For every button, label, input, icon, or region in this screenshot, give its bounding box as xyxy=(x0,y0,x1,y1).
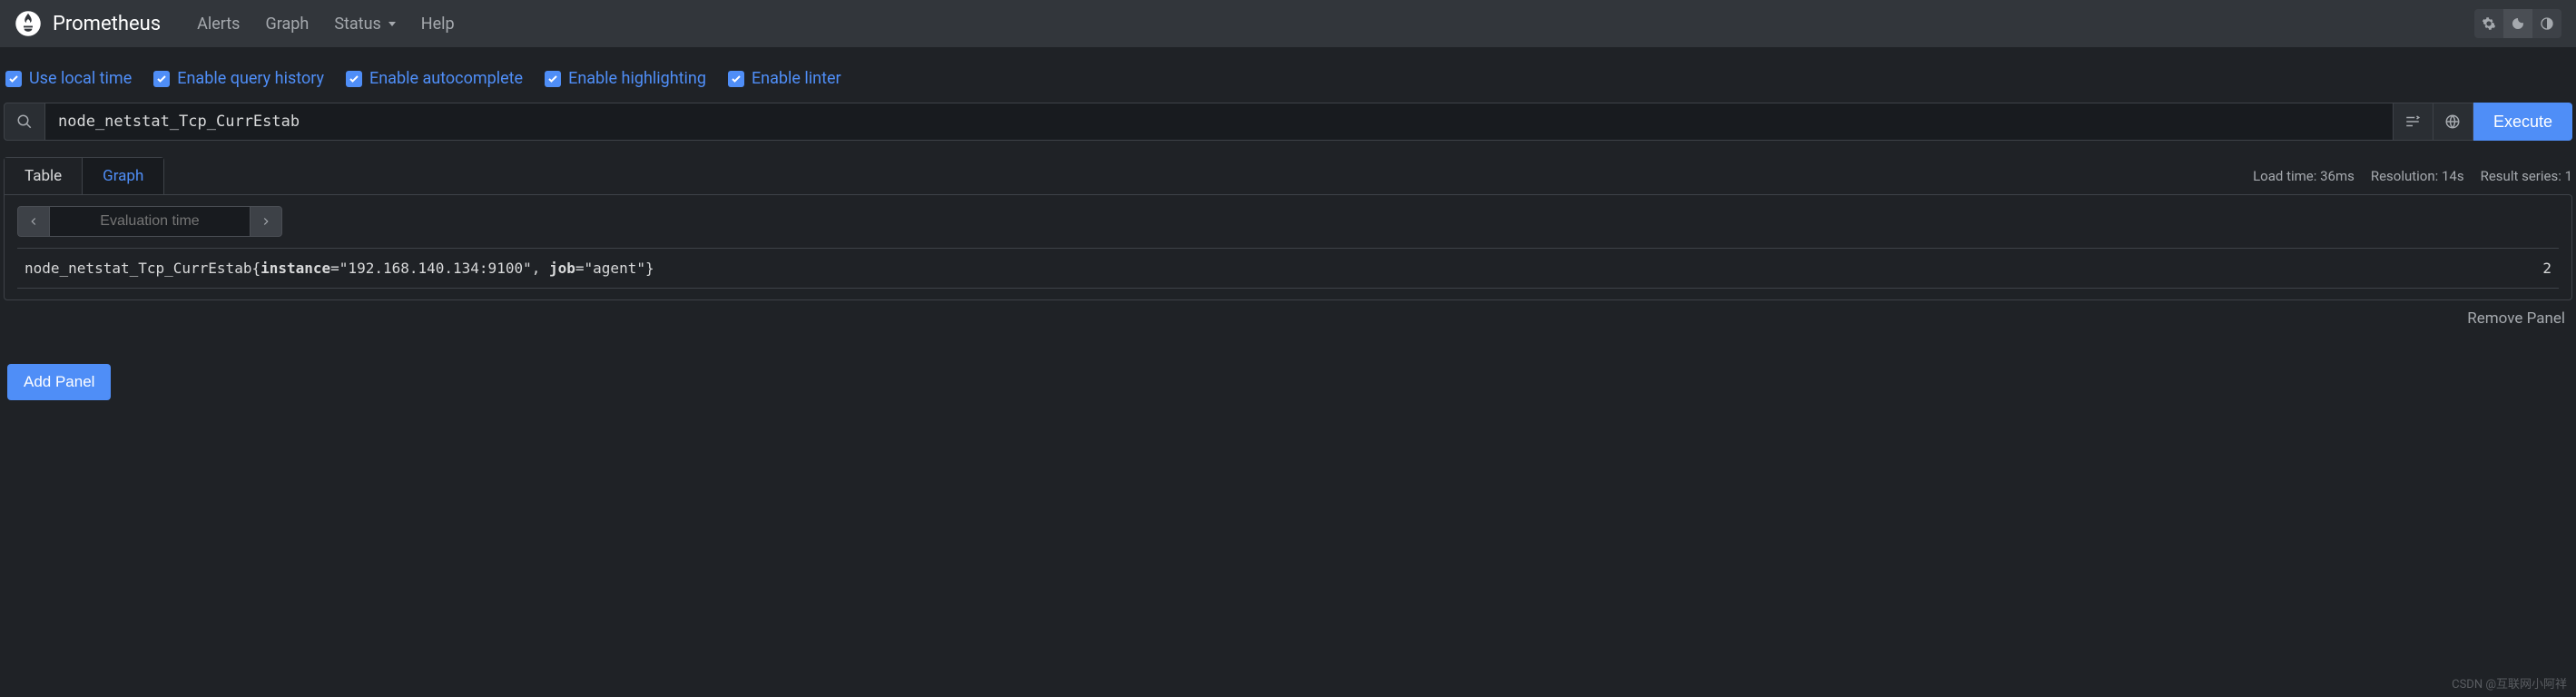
stat-resolution: Resolution: 14s xyxy=(2371,168,2464,184)
option-label: Enable linter xyxy=(752,69,841,88)
option-enable-autocomplete[interactable]: Enable autocomplete xyxy=(346,69,523,88)
nav-graph[interactable]: Graph xyxy=(252,7,321,41)
option-enable-query-history[interactable]: Enable query history xyxy=(153,69,324,88)
checkbox-checked-icon xyxy=(346,71,362,87)
gear-icon xyxy=(2482,16,2496,31)
watermark: CSDN @互联网小阿祥 xyxy=(2452,674,2567,692)
option-label: Enable highlighting xyxy=(568,69,706,88)
option-enable-highlighting[interactable]: Enable highlighting xyxy=(545,69,706,88)
format-icon xyxy=(2404,113,2421,130)
remove-panel-link[interactable]: Remove Panel xyxy=(4,300,2572,328)
evaluation-time-row xyxy=(17,206,2559,237)
tab-table[interactable]: Table xyxy=(5,158,83,194)
result-value: 2 xyxy=(2542,260,2551,277)
option-label: Enable query history xyxy=(177,69,324,88)
tab-graph[interactable]: Graph xyxy=(83,158,163,194)
nav-links: Alerts Graph Status Help xyxy=(184,7,467,41)
table-row: node_netstat_Tcp_CurrEstab{instance="192… xyxy=(17,249,2559,289)
chevron-right-icon xyxy=(260,215,272,228)
theme-contrast-button[interactable] xyxy=(2532,9,2561,38)
nav-status-label: Status xyxy=(334,15,380,34)
checkbox-checked-icon xyxy=(5,71,22,87)
option-label: Enable autocomplete xyxy=(369,69,523,88)
option-use-local-time[interactable]: Use local time xyxy=(5,69,132,88)
globe-icon xyxy=(2444,113,2461,130)
metrics-explorer-button[interactable] xyxy=(2433,103,2473,141)
content: Use local time Enable query history Enab… xyxy=(0,47,2576,404)
theme-system-button[interactable] xyxy=(2474,9,2503,38)
chevron-left-icon xyxy=(27,215,40,228)
evaluation-time-input[interactable] xyxy=(50,206,250,237)
query-stats: Load time: 36ms Resolution: 14s Result s… xyxy=(2253,168,2572,184)
navbar-left: Prometheus Alerts Graph Status Help xyxy=(15,7,467,41)
result-series-label: node_netstat_Tcp_CurrEstab{instance="192… xyxy=(25,260,654,277)
checkbox-checked-icon xyxy=(545,71,561,87)
add-panel-button[interactable]: Add Panel xyxy=(7,364,111,400)
nav-alerts[interactable]: Alerts xyxy=(184,7,252,41)
options-row: Use local time Enable query history Enab… xyxy=(4,62,2572,103)
brand[interactable]: Prometheus xyxy=(15,10,161,37)
eval-time-next-button[interactable] xyxy=(250,206,282,237)
option-enable-linter[interactable]: Enable linter xyxy=(728,69,841,88)
navbar: Prometheus Alerts Graph Status Help xyxy=(0,0,2576,47)
result-panel: node_netstat_Tcp_CurrEstab{instance="192… xyxy=(4,194,2572,300)
theme-switcher xyxy=(2474,9,2561,38)
eval-time-prev-button[interactable] xyxy=(17,206,50,237)
contrast-icon xyxy=(2540,16,2554,31)
brand-title: Prometheus xyxy=(53,13,161,35)
tabs-row: Table Graph Load time: 36ms Resolution: … xyxy=(4,157,2572,194)
moon-icon xyxy=(2511,16,2525,31)
result-table: node_netstat_Tcp_CurrEstab{instance="192… xyxy=(17,248,2559,289)
theme-dark-button[interactable] xyxy=(2503,9,2532,38)
execute-button[interactable]: Execute xyxy=(2473,103,2572,141)
format-query-button[interactable] xyxy=(2394,103,2433,141)
option-label: Use local time xyxy=(29,69,132,88)
search-icon xyxy=(4,103,45,141)
checkbox-checked-icon xyxy=(153,71,170,87)
checkbox-checked-icon xyxy=(728,71,744,87)
nav-help[interactable]: Help xyxy=(408,7,467,41)
stat-result-series: Result series: 1 xyxy=(2481,168,2572,184)
nav-status[interactable]: Status xyxy=(321,7,408,41)
chevron-down-icon xyxy=(388,22,396,26)
tabs: Table Graph xyxy=(4,157,164,194)
query-row: Execute xyxy=(4,103,2572,141)
stat-load-time: Load time: 36ms xyxy=(2253,168,2355,184)
prometheus-logo-icon xyxy=(15,10,42,37)
query-input[interactable] xyxy=(45,103,2394,141)
